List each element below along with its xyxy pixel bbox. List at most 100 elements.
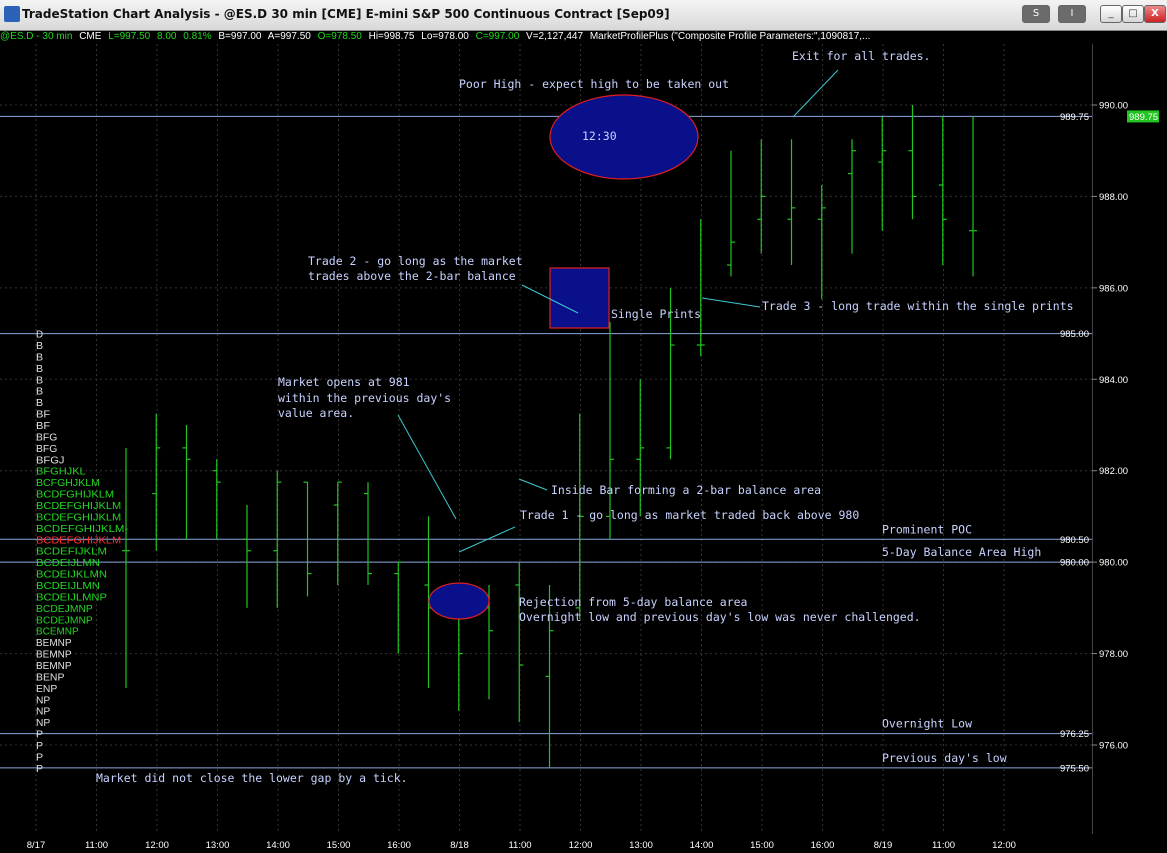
profile-row: B (36, 397, 43, 409)
profile-row: BCDEFGHIJKLM (36, 511, 121, 523)
profile-row: B (36, 386, 43, 398)
chart-window: 989.75 985.00 980.50 Prominent POC 980.00 5-D… (0, 0, 1167, 853)
ohlc-bar (938, 116, 947, 265)
profile-row: B (36, 374, 43, 386)
profile-row: P (36, 729, 43, 741)
inside-bar-annotation: Inside Bar forming a 2-bar balance area (551, 483, 821, 497)
open-annotation-line2: within the previous day's (278, 391, 451, 405)
single-prints-annotation: Single Prints (611, 307, 701, 321)
ohlc-bar (394, 561, 403, 654)
minimize-button[interactable]: _ (1100, 5, 1122, 23)
interval-link-button[interactable]: I (1058, 5, 1086, 23)
window-title: TradeStation Chart Analysis - @ES.D 30 m… (22, 7, 670, 21)
profile-row: D (36, 329, 43, 341)
profile-row: ENP (36, 683, 57, 695)
status-bid: B=997.00 (218, 31, 262, 42)
profile-row: BCDEIJLMNP (36, 591, 107, 603)
last-price-label: 989.75 (1129, 112, 1158, 123)
x-tick-label: 13:00 (206, 840, 230, 851)
close-button[interactable]: X (1144, 5, 1166, 23)
profile-row: BEMNP (36, 649, 72, 661)
ohlc-bar (333, 481, 342, 585)
x-tick-label: 14:00 (266, 840, 290, 851)
status-indicator: MarketProfilePlus ("Composite Profile Pa… (589, 31, 871, 42)
ohlc-bar (727, 150, 735, 277)
ohlc-bar (364, 482, 372, 585)
ohlc-bar (817, 185, 826, 300)
status-symbol: @ES.D - 30 min (0, 31, 73, 42)
profile-row: BFG (36, 443, 57, 455)
y-tick-label: 986.00 (1099, 283, 1128, 294)
price-level-tag: 985.00 (1060, 329, 1089, 340)
profile-row: P (36, 751, 43, 763)
status-open: O=978.50 (317, 31, 362, 42)
profile-row: B (36, 340, 43, 352)
profile-row: BF (36, 409, 50, 421)
y-tick-label: 984.00 (1099, 375, 1128, 386)
price-level-label: Overnight Low (882, 717, 972, 731)
x-tick-label: 12:00 (145, 840, 169, 851)
inside-bar-connector (518, 478, 548, 491)
y-tick-label: 990.00 (1099, 101, 1128, 112)
time-1230-label: 12:30 (582, 129, 617, 143)
rejection-annotation-line1: Rejection from 5-day balance area (519, 595, 747, 609)
trade1-annotation: Trade 1 - go long as market traded back … (520, 508, 859, 522)
profile-row: NP (36, 706, 50, 718)
ohlc-bar (152, 413, 161, 551)
x-tick-label: 12:00 (569, 840, 593, 851)
y-tick-label: 980.00 (1099, 558, 1128, 569)
profile-row: P (36, 763, 43, 775)
profile-row: BFG (36, 431, 57, 443)
x-tick-label: 12:00 (992, 840, 1016, 851)
price-level-tag: 975.50 (1060, 763, 1089, 774)
profile-row: P (36, 740, 43, 752)
profile-row: BCDEFIJKLM (36, 546, 107, 558)
ohlc-bar (787, 139, 796, 265)
x-tick-label: 11:00 (85, 840, 108, 851)
status-line: @ES.D - 30 min CME L=997.50 8.00 0.81% B… (0, 31, 874, 43)
open-connector (397, 414, 457, 520)
profile-row: BCDEIJLMN (36, 557, 100, 569)
ohlc-bar (696, 219, 705, 357)
status-close: C=997.00 (475, 31, 520, 42)
tradestation-logo-icon (4, 6, 20, 22)
status-low: Lo=978.00 (421, 31, 469, 42)
x-tick-label: 11:00 (508, 840, 531, 851)
poor-high-annotation: Poor High - expect high to be taken out (459, 77, 729, 91)
maximize-button[interactable]: □ (1122, 5, 1144, 23)
title-bar: TradeStation Chart Analysis - @ES.D 30 m… (0, 0, 1167, 31)
time-axis-layer: 8/17 11:00 12:00 13:00 14:00 15:00 16:00 8/18 11… (27, 840, 1016, 851)
price-chart[interactable]: 989.75 985.00 980.50 Prominent POC 980.00 5-D… (0, 0, 1167, 853)
price-level-tag: 976.25 (1060, 729, 1089, 740)
trade3-connector (701, 297, 761, 308)
profile-row: BEMNP (36, 637, 72, 649)
ohlc-bar (848, 139, 856, 254)
rejection-annotation-line2: Overnight low and previous day's low was… (519, 610, 921, 624)
y-tick-label: 978.00 (1099, 649, 1128, 660)
ohlc-bar (122, 447, 130, 688)
price-level-tag: 980.00 (1060, 558, 1089, 569)
poor-high-ellipse (549, 94, 699, 180)
status-ask: A=997.50 (267, 31, 311, 42)
trade2-annotation-line2: trades above the 2-bar balance (308, 269, 516, 283)
open-annotation-line3: value area. (278, 406, 354, 420)
x-tick-label: 13:00 (629, 840, 653, 851)
profile-row: BFGHJKL (36, 466, 86, 478)
profile-row: BFGJ (36, 454, 64, 466)
trade3-annotation: Trade 3 - long trade within the single p… (762, 299, 1074, 313)
profile-row: BCFGHJKLM (36, 477, 100, 489)
exit-connector (792, 69, 839, 118)
x-tick-label: 14:00 (690, 840, 714, 851)
ohlc-bar (908, 105, 917, 220)
ohlc-bar (878, 116, 887, 231)
symbol-link-button[interactable]: S (1022, 5, 1050, 23)
right-margin (1130, 44, 1167, 853)
profile-row: BCEMNP (36, 626, 79, 638)
trade2-annotation-line1: Trade 2 - go long as the market (308, 254, 523, 268)
x-tick-label: 16:00 (387, 840, 411, 851)
status-volume: V=2,127,447 (526, 31, 584, 42)
profile-row: BCDEFGHIJKLM (36, 500, 121, 512)
gap-annotation: Market did not close the lower gap by a … (96, 771, 408, 785)
ohlc-bar (243, 505, 251, 608)
x-tick-label: 15:00 (750, 840, 774, 851)
